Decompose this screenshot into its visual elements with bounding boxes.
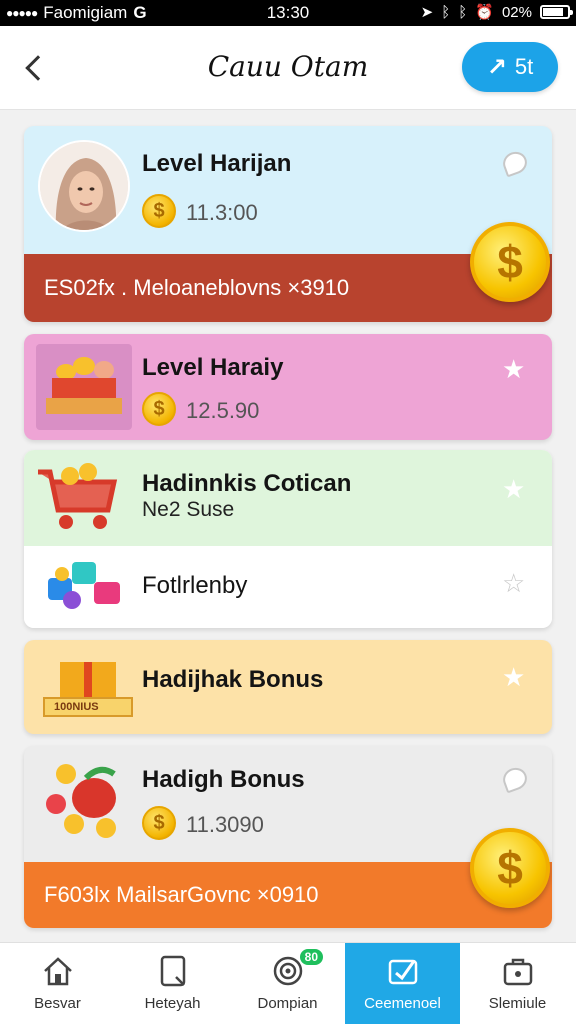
card-title: Hadigh Bonus bbox=[142, 766, 305, 793]
nav-label: Heteyah bbox=[144, 995, 201, 1012]
chat-bubble-icon[interactable] bbox=[499, 148, 531, 178]
card-title: Level Haraiy bbox=[142, 354, 284, 381]
coin-icon: $ bbox=[142, 806, 176, 840]
card-amount: 12.5.90 bbox=[186, 398, 260, 423]
target-icon bbox=[273, 956, 302, 986]
chat-bubble-icon[interactable] bbox=[499, 764, 531, 794]
app-header: Cauu Otam ↗ 5t bbox=[0, 26, 576, 110]
alarm-icon: ⏰ bbox=[475, 4, 494, 21]
gift-box-label: 100NIUS bbox=[54, 701, 99, 713]
reward-card-2[interactable]: Level Haraiy $ 12.5.90 ★ bbox=[24, 334, 552, 440]
bag-icon bbox=[503, 958, 532, 986]
header-action-button[interactable]: ↗ 5t bbox=[462, 42, 558, 92]
reward-card-3[interactable]: Hadinnkis Cotican Ne2 Suse ★ bbox=[24, 450, 552, 546]
card-title: Level Harijan bbox=[142, 150, 292, 177]
nav-label: Besvar bbox=[34, 995, 81, 1012]
fruit-coins-image bbox=[40, 758, 136, 844]
card-title: Hadijhak Bonus bbox=[142, 666, 324, 693]
star-icon[interactable]: ★ bbox=[502, 354, 525, 385]
tablet-icon bbox=[160, 955, 185, 987]
bluetooth-icon-2: ᛒ bbox=[458, 3, 468, 21]
nav-label: Dompian bbox=[257, 995, 318, 1012]
avatar bbox=[38, 140, 130, 232]
banner-text: ES02fx . Meloaneblovns ×3910 bbox=[44, 275, 350, 300]
reward-card-5[interactable]: 100NIUS Hadijhak Bonus ★ bbox=[24, 640, 552, 734]
big-coin-icon: $ bbox=[470, 828, 550, 908]
card-amount: 11.3090 bbox=[186, 812, 264, 837]
nav-label: Slemiule bbox=[488, 995, 547, 1012]
banner-text: F603lx MailsarGovnc ×0910 bbox=[44, 882, 319, 907]
nav-item-besvar[interactable]: Besvar bbox=[0, 943, 115, 1024]
card-title: Fotlrlenby bbox=[142, 572, 248, 599]
reward-card-1[interactable]: Level Harijan $ 11.3:00 ES02fx . Meloane… bbox=[24, 126, 552, 322]
nav-badge: 80 bbox=[299, 949, 323, 965]
coin-icon: $ bbox=[142, 194, 176, 228]
nav-item-heteyah[interactable]: Heteyah bbox=[115, 943, 230, 1024]
treasure-basket-image bbox=[36, 344, 132, 430]
toy-blocks-image bbox=[42, 554, 126, 620]
bottom-nav: Besvar Heteyah 80 Dompian Ceemenoel Slem… bbox=[0, 942, 576, 1024]
ticket-icon bbox=[388, 959, 417, 985]
gift-box-image: 100NIUS bbox=[40, 648, 136, 728]
reward-card-6[interactable]: Hadigh Bonus $ 11.3090 F603lx MailsarGov… bbox=[24, 746, 552, 928]
reward-card-group: Hadinnkis Cotican Ne2 Suse ★ Fotlrlenby … bbox=[24, 450, 552, 628]
bluetooth-icon: ᛒ bbox=[441, 3, 451, 21]
nav-item-dompian[interactable]: 80 Dompian bbox=[230, 943, 345, 1024]
card-amount: 11.3:00 bbox=[186, 200, 258, 225]
card-subtitle: Ne2 Suse bbox=[142, 498, 235, 521]
star-icon[interactable]: ★ bbox=[502, 474, 525, 505]
coin-icon: $ bbox=[142, 392, 176, 426]
reward-card-4[interactable]: Fotlrlenby ☆ bbox=[24, 546, 552, 628]
location-icon: ➤ bbox=[420, 4, 434, 21]
nav-label: Ceemenoel bbox=[364, 995, 441, 1012]
battery-percent: 02% bbox=[501, 3, 532, 21]
shopping-cart-image bbox=[34, 458, 120, 538]
star-outline-icon[interactable]: ☆ bbox=[502, 568, 525, 599]
nav-item-ceemenoel[interactable]: Ceemenoel bbox=[345, 943, 460, 1024]
card-title: Hadinnkis Cotican bbox=[142, 470, 352, 497]
nav-item-slemiule[interactable]: Slemiule bbox=[460, 943, 575, 1024]
star-icon[interactable]: ★ bbox=[502, 662, 525, 693]
arrow-up-right-icon: ↗ bbox=[486, 53, 507, 81]
status-bar: ●●●●● Faomigiam G 13:30 ➤ ᛒ ᛒ ⏰ 02% bbox=[0, 0, 576, 26]
big-coin-icon: $ bbox=[470, 222, 550, 302]
header-action-label: 5t bbox=[514, 54, 534, 79]
battery-icon bbox=[540, 5, 573, 19]
home-icon bbox=[43, 957, 72, 986]
